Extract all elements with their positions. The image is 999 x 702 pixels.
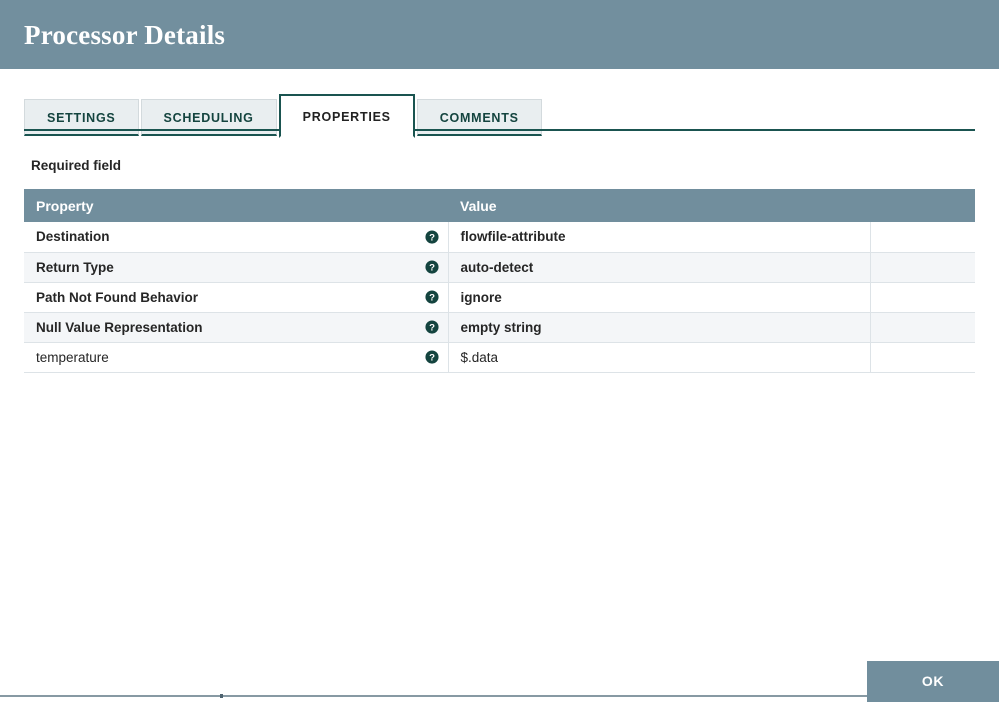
footer-tick-mark	[220, 694, 223, 698]
table-row[interactable]: temperature? $.data	[24, 342, 975, 373]
svg-text:?: ?	[429, 232, 435, 243]
property-name-label: Return Type	[36, 259, 114, 275]
tab-underline	[24, 129, 975, 131]
property-name-label: Path Not Found Behavior	[36, 289, 198, 305]
property-value-label: empty string	[460, 319, 542, 335]
footer-divider	[0, 695, 867, 697]
property-actions-cell[interactable]	[870, 222, 975, 253]
help-icon[interactable]: ?	[424, 350, 439, 364]
property-name-label: Null Value Representation	[36, 319, 203, 335]
property-value-cell[interactable]: empty string	[448, 312, 871, 343]
svg-text:?: ?	[429, 263, 435, 274]
ok-button[interactable]: OK	[867, 661, 999, 702]
svg-text:?: ?	[429, 323, 435, 334]
table-row[interactable]: Path Not Found Behavior? ignore	[24, 282, 975, 313]
property-actions-cell[interactable]	[870, 282, 975, 313]
page-title: Processor Details	[24, 20, 226, 50]
help-icon[interactable]: ?	[424, 260, 439, 274]
property-value-label: flowfile-attribute	[460, 229, 566, 245]
help-icon[interactable]: ?	[424, 320, 439, 334]
column-header-value: Value	[448, 189, 870, 222]
property-name-cell[interactable]: Return Type?	[24, 252, 449, 283]
property-value-cell[interactable]: ignore	[448, 282, 871, 313]
property-value-label: auto-detect	[460, 259, 534, 275]
properties-table: Property Value Destination? flowfile-attr…	[24, 189, 975, 373]
property-name-cell[interactable]: Null Value Representation?	[24, 312, 449, 343]
required-field-legend: Required field	[31, 158, 122, 173]
svg-text:?: ?	[429, 353, 435, 364]
table-row[interactable]: Return Type? auto-detect	[24, 252, 975, 283]
property-name-label: temperature	[36, 349, 109, 365]
property-name-cell[interactable]: Destination?	[24, 222, 449, 253]
table-row[interactable]: Null Value Representation? empty string	[24, 312, 975, 343]
property-actions-cell[interactable]	[870, 252, 975, 283]
table-row[interactable]: Destination? flowfile-attribute	[24, 222, 975, 253]
property-actions-cell[interactable]	[870, 342, 975, 373]
property-actions-cell[interactable]	[870, 312, 975, 343]
property-value-label: ignore	[460, 289, 502, 305]
dialog-title-bar: Processor Details	[0, 0, 999, 69]
help-icon[interactable]: ?	[424, 290, 439, 304]
column-header-property: Property	[24, 189, 448, 222]
properties-table-body: Destination? flowfile-attribute Return Typ…	[24, 222, 975, 373]
property-name-cell[interactable]: Path Not Found Behavior?	[24, 282, 449, 313]
property-value-cell[interactable]: $.data	[448, 342, 871, 373]
property-name-cell[interactable]: temperature?	[24, 342, 449, 373]
properties-table-head: Property Value	[24, 189, 975, 222]
svg-text:?: ?	[429, 293, 435, 304]
help-icon[interactable]: ?	[424, 230, 439, 244]
tab-bar: SETTINGS SCHEDULING PROPERTIES COMMENTS	[0, 69, 999, 138]
tab-properties[interactable]: PROPERTIES	[278, 94, 415, 138]
property-name-label: Destination	[36, 229, 110, 245]
property-value-cell[interactable]: flowfile-attribute	[448, 222, 871, 253]
property-value-cell[interactable]: auto-detect	[448, 252, 871, 283]
table-header-row: Property Value	[24, 189, 975, 222]
property-value-label: $.data	[460, 349, 499, 365]
column-header-actions	[870, 189, 975, 222]
